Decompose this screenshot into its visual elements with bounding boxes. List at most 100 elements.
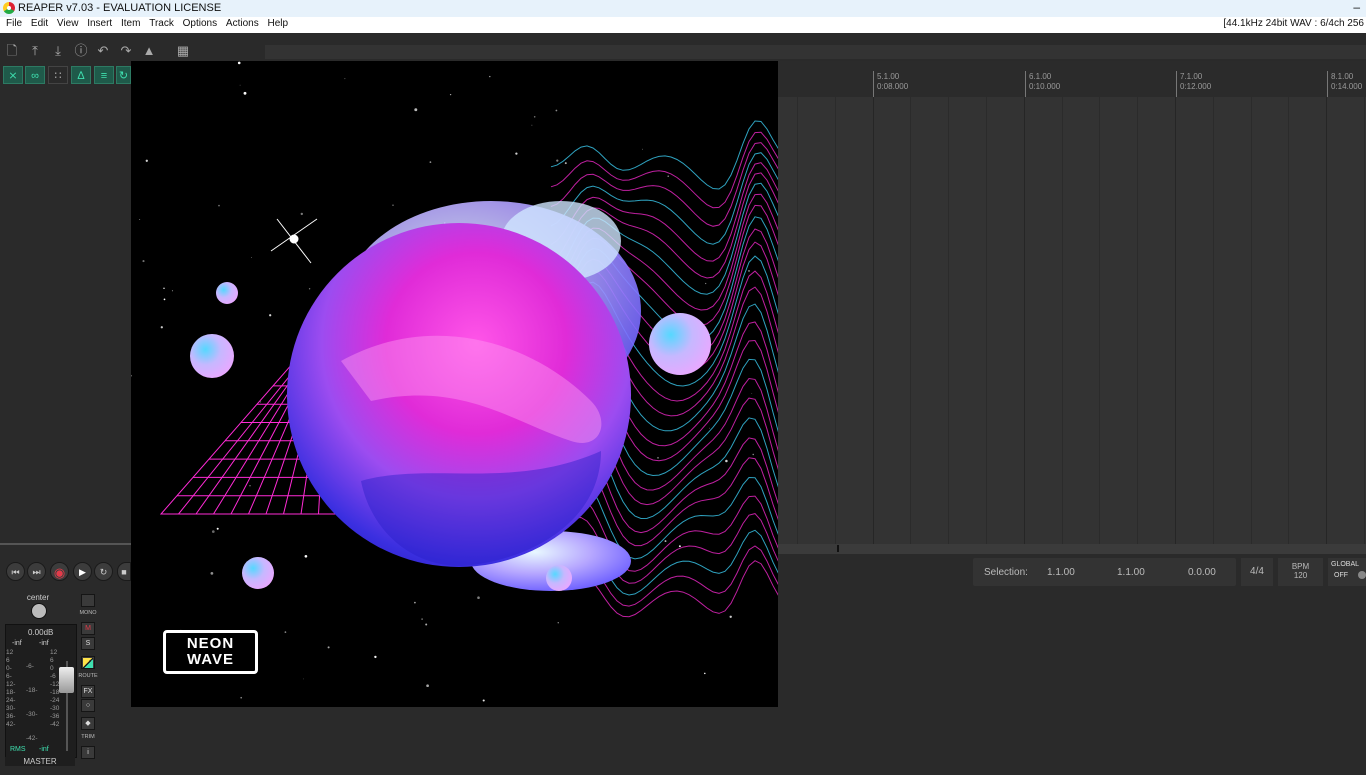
new-project-icon[interactable]: 🗋 <box>5 44 19 58</box>
selection-length[interactable]: 0.0.00 <box>1188 567 1216 578</box>
menu-edit[interactable]: Edit <box>31 17 48 29</box>
ruler-marker: 7.1.00 0:12.000 <box>1176 71 1211 97</box>
grid-line <box>1250 97 1252 544</box>
bpm-display[interactable]: BPM 120 <box>1278 558 1323 586</box>
menu-track[interactable]: Track <box>149 17 174 29</box>
go-to-end-button[interactable]: ⏭ <box>27 562 46 581</box>
grid-line <box>1099 97 1101 544</box>
pan-knob[interactable] <box>31 603 47 619</box>
grid-snap-icon[interactable]: ∷ <box>48 66 68 84</box>
ruler-bar-label: 5.1.00 <box>877 72 900 81</box>
global-automation[interactable]: GLOBAL OFF <box>1328 558 1366 586</box>
grid-line <box>872 97 874 544</box>
grid-line <box>797 97 798 544</box>
logo-line-1: NEON <box>186 635 235 652</box>
ruler-time-label: 0:10.000 <box>1029 82 1061 91</box>
auto-crossfade-icon[interactable]: ∆ <box>71 66 91 84</box>
route-button[interactable] <box>81 656 95 669</box>
playhead-marker <box>837 545 839 552</box>
repeat-button[interactable]: ↻ <box>94 562 113 581</box>
ruler-time-label: 0:08.000 <box>877 82 909 91</box>
grid-line <box>1023 97 1025 544</box>
menu-file[interactable]: File <box>6 17 22 29</box>
mono-button[interactable] <box>81 594 95 607</box>
meter-scale-left: 12 6 0- 6- 12- 18- 24- 30- 36- 42- <box>6 649 16 728</box>
loop-icon[interactable]: ↻ <box>116 66 131 84</box>
open-project-icon[interactable]: ⤒ <box>28 44 42 58</box>
volume-readout[interactable]: 0.00dB <box>28 628 53 637</box>
route-label: ROUTE <box>78 673 98 679</box>
track-control-panel[interactable] <box>0 88 131 543</box>
record-button[interactable]: ◉ <box>50 562 69 581</box>
ruler-time-label: 0:14.000 <box>1331 82 1363 91</box>
mixer-divider[interactable] <box>0 543 131 545</box>
menu-bar: File Edit View Insert Item Track Options… <box>0 17 1366 33</box>
ruler-bar-label: 8.1.00 <box>1331 72 1354 81</box>
timeline-ruler[interactable]: 5.1.00 0:08.000 6.1.00 0:10.000 7.1.00 0:12… <box>778 61 1366 97</box>
track-info-button[interactable]: i <box>81 746 95 759</box>
meter-scale-right: 12 6 0 -6 -12 -18 -24 -30 -36 -42 <box>50 649 60 728</box>
selection-end[interactable]: 1.1.00 <box>1117 567 1145 578</box>
arrange-view[interactable] <box>778 97 1366 544</box>
go-to-start-button[interactable]: ⏮ <box>6 562 25 581</box>
selection-start[interactable]: 1.1.00 <box>1047 567 1075 578</box>
chevron-down-icon[interactable] <box>1358 571 1366 579</box>
link-icon[interactable]: ∞ <box>25 66 45 84</box>
menu-view[interactable]: View <box>57 17 79 29</box>
ripple-edit-icon[interactable]: ⨯ <box>3 66 23 84</box>
ruler-marker: 5.1.00 0:08.000 <box>873 71 908 97</box>
menu-insert[interactable]: Insert <box>87 17 112 29</box>
bpm-value[interactable]: 120 <box>1278 571 1323 580</box>
menu-options[interactable]: Options <box>183 17 217 29</box>
volume-fader[interactable] <box>59 667 74 693</box>
album-art-image <box>131 61 778 707</box>
reaper-logo-icon <box>3 2 15 14</box>
ruler-bar-label: 6.1.00 <box>1029 72 1052 81</box>
grid-line <box>1212 97 1214 544</box>
grid-line <box>1061 97 1063 544</box>
grid-line <box>1137 97 1139 544</box>
grid-line <box>948 97 950 544</box>
trim-label: TRIM <box>81 734 95 740</box>
metronome-icon[interactable]: ▲ <box>142 44 156 58</box>
trim-button[interactable]: ◆ <box>81 717 95 730</box>
mute-button[interactable]: M <box>81 622 95 635</box>
grid-line <box>1175 97 1176 544</box>
project-info-icon[interactable]: ⓘ <box>74 44 88 58</box>
solo-button[interactable]: S <box>81 637 95 650</box>
toolbar-strip <box>265 45 1366 59</box>
audio-device-info[interactable]: [44.1kHz 24bit WAV : 6/4ch 256 <box>1223 18 1364 29</box>
menu-help[interactable]: Help <box>267 17 288 29</box>
fx-button[interactable]: FX <box>81 685 95 698</box>
menu-item[interactable]: Item <box>121 17 140 29</box>
rms-label: RMS <box>10 746 26 753</box>
master-name: MASTER <box>5 757 75 766</box>
horizontal-scrollbar[interactable] <box>778 544 1366 554</box>
main-toolbar: 🗋 ⤒ ⤓ ⓘ ↶ ↷ ▲ ▦ <box>0 33 260 63</box>
play-button[interactable]: ▶ <box>73 562 92 581</box>
undo-icon[interactable]: ↶ <box>96 44 110 58</box>
time-signature[interactable]: 4/4 <box>1241 558 1273 586</box>
logo-line-2: WAVE <box>186 651 235 668</box>
stop-button[interactable]: ■ <box>117 562 131 581</box>
global-state[interactable]: OFF <box>1334 572 1348 579</box>
envelope-icon[interactable]: ≡ <box>94 66 114 84</box>
rms-value: -inf <box>39 746 49 753</box>
peak-right: -inf <box>39 640 49 647</box>
redo-icon[interactable]: ↷ <box>119 44 133 58</box>
fx-bypass-button[interactable]: ○ <box>81 699 95 712</box>
album-art-overlay[interactable]: NEON WAVE <box>131 61 778 707</box>
selection-label: Selection: <box>984 567 1028 578</box>
minimize-button[interactable]: – <box>1353 0 1360 14</box>
grid-line <box>834 97 836 544</box>
menu-actions[interactable]: Actions <box>226 17 259 29</box>
save-project-icon[interactable]: ⤓ <box>51 44 65 58</box>
grid-line <box>986 97 987 544</box>
ruler-bar-label: 7.1.00 <box>1180 72 1203 81</box>
ruler-time-label: 0:12.000 <box>1180 82 1212 91</box>
ruler-marker: 8.1.00 0:14.000 <box>1327 71 1362 97</box>
bpm-label: BPM <box>1291 562 1310 571</box>
grid-icon[interactable]: ▦ <box>176 44 190 58</box>
master-meter[interactable]: 0.00dB -inf -inf 12 6 0- 6- 12- 18- 24- 30- 36- 4… <box>5 624 77 766</box>
selection-display[interactable]: Selection: 1.1.00 1.1.00 0.0.00 <box>973 558 1236 586</box>
